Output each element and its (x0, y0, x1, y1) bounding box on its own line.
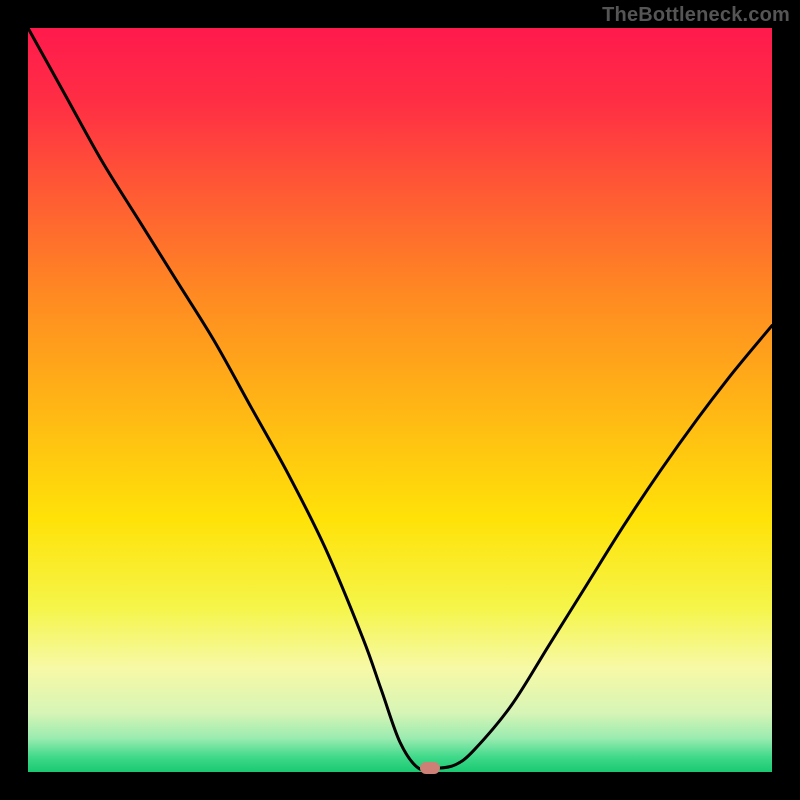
gradient-background (28, 28, 772, 772)
plot-area (28, 28, 772, 772)
bottleneck-chart (28, 28, 772, 772)
watermark-text: TheBottleneck.com (602, 4, 790, 27)
optimal-point-marker (420, 762, 440, 774)
chart-frame: TheBottleneck.com (0, 0, 800, 800)
